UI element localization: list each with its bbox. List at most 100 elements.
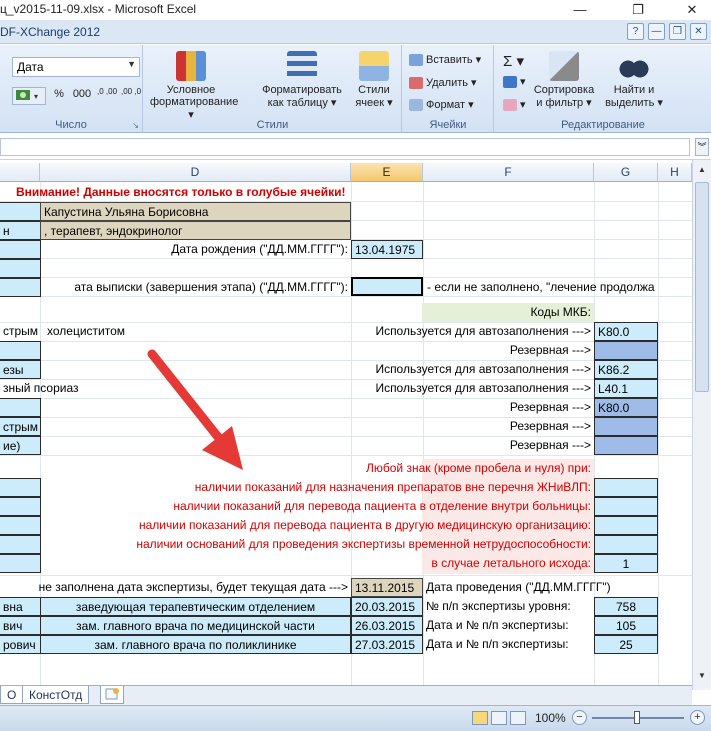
svg-text:▾: ▾ xyxy=(34,92,38,101)
cell-styles-button[interactable]: Стили ячеек ▾ xyxy=(348,51,400,117)
input-cell[interactable] xyxy=(0,259,41,278)
mkb-code[interactable]: K86.2 xyxy=(594,360,658,379)
decrease-decimal-button[interactable]: ,00 ,0 xyxy=(120,87,142,105)
sheet-tab[interactable]: О xyxy=(0,686,24,704)
page-break-view-icon[interactable] xyxy=(510,711,526,725)
doctor-role[interactable]: , терапевт, эндокринолог xyxy=(40,221,351,240)
input-cell[interactable]: езы xyxy=(0,360,41,379)
reserve-code[interactable]: K80.0 xyxy=(594,398,658,417)
expert-date[interactable]: 26.03.2015 xyxy=(351,616,423,635)
expert-left[interactable]: рович xyxy=(0,635,41,654)
tab-pdf-xchange[interactable]: DF-XChange 2012 xyxy=(0,25,100,39)
dialog-launcher-icon[interactable]: ↘ xyxy=(132,121,139,130)
scroll-down-icon[interactable]: ▼ xyxy=(695,668,709,684)
expert-num[interactable]: 105 xyxy=(594,616,658,635)
number-group: Дата ▼ ▾ % 000 ,0 ,00 ,00 ,0 Число ↘ xyxy=(0,45,143,133)
exam-date[interactable]: 13.11.2015 xyxy=(351,578,423,597)
input-cell[interactable] xyxy=(0,478,41,497)
sheet-grid[interactable]: Внимание! Данные вносятся только в голуб… xyxy=(0,182,692,685)
sort-filter-button[interactable]: Сортировка и фильтр ▾ xyxy=(529,51,599,117)
input-cell[interactable] xyxy=(0,516,41,535)
sheet-tabs-bar: О КонстОтд xyxy=(0,685,692,705)
input-cell[interactable] xyxy=(0,497,41,516)
help-icon[interactable]: ? xyxy=(627,23,644,40)
increase-decimal-label: ,0 ,00 xyxy=(97,87,118,96)
input-cell[interactable] xyxy=(0,398,41,417)
reserve-code[interactable] xyxy=(594,417,658,436)
percent-button[interactable]: % xyxy=(50,87,68,105)
mkb-code[interactable]: K80.0 xyxy=(594,322,658,341)
autosum-button[interactable]: Σ ▾ xyxy=(503,52,524,70)
zoom-out-button[interactable]: − xyxy=(572,710,587,725)
thousands-button[interactable]: 000 xyxy=(70,87,94,105)
column-header-e[interactable]: E xyxy=(351,163,423,182)
close-button[interactable]: ✕ xyxy=(672,0,711,20)
expert-num[interactable]: 758 xyxy=(594,597,658,616)
column-header-f[interactable]: F xyxy=(423,163,594,182)
sort-line1: Сортировка xyxy=(533,84,595,96)
clear-button[interactable]: ▾ xyxy=(503,98,526,112)
zoom-slider-thumb[interactable] xyxy=(634,711,640,724)
as-table-line2: как таблицу ▾ xyxy=(267,97,337,109)
as-table-line1: Форматировать xyxy=(262,84,342,96)
mkb-code[interactable]: L40.1 xyxy=(594,379,658,398)
patient-name[interactable]: Капустина Ульяна Борисовна xyxy=(40,202,351,221)
zoom-level[interactable]: 100% xyxy=(535,711,566,725)
scroll-thumb[interactable] xyxy=(695,182,709,392)
expert-left[interactable]: вич xyxy=(0,616,41,635)
vertical-scrollbar[interactable]: ▲ ▼ xyxy=(692,160,711,690)
column-header-d[interactable]: D xyxy=(40,163,351,182)
ribbon-minimize-icon[interactable]: — xyxy=(648,23,665,40)
minimize-button[interactable]: — xyxy=(560,0,600,20)
birthdate-value[interactable]: 13.04.1975 xyxy=(351,240,423,259)
formula-input[interactable] xyxy=(0,138,690,156)
column-header-g[interactable]: G xyxy=(594,163,658,182)
fill-button[interactable]: ▾ xyxy=(503,75,526,89)
reserve-code[interactable] xyxy=(594,436,658,455)
flag-input[interactable] xyxy=(594,516,658,535)
find-line1: Найти и xyxy=(613,84,655,96)
increase-decimal-button[interactable]: ,0 ,00 xyxy=(96,87,118,105)
delete-button[interactable]: Удалить ▾ xyxy=(409,76,477,90)
expert-date[interactable]: 27.03.2015 xyxy=(351,635,423,654)
find-select-button[interactable]: Найти и выделить ▾ xyxy=(599,51,669,117)
lethal-input[interactable]: 1 xyxy=(594,554,658,573)
column-header-c[interactable] xyxy=(0,163,40,182)
expert-role[interactable]: зам. главного врача по поликлинике xyxy=(40,635,351,654)
flag-input[interactable] xyxy=(594,535,658,554)
number-format-select[interactable]: Дата ▼ xyxy=(12,57,140,77)
discharge-date-input[interactable] xyxy=(351,277,423,296)
input-cell[interactable]: ие) xyxy=(0,436,41,455)
expert-role[interactable]: заведующая терапевтическим отделением xyxy=(40,597,351,616)
page-layout-view-icon[interactable] xyxy=(491,711,507,725)
input-cell[interactable] xyxy=(0,535,41,554)
sheet-tab-konstotd[interactable]: КонстОтд xyxy=(22,686,90,704)
input-cell[interactable] xyxy=(0,554,41,573)
format-as-table-button[interactable]: Форматировать как таблицу ▾ xyxy=(256,51,348,117)
input-cell[interactable]: стрым xyxy=(0,417,41,436)
flag-input[interactable] xyxy=(594,497,658,516)
input-cell[interactable] xyxy=(0,240,41,259)
input-cell[interactable] xyxy=(0,341,41,360)
expert-role[interactable]: зам. главного врача по медицинской части xyxy=(40,616,351,635)
reserve-code[interactable] xyxy=(594,341,658,360)
scroll-up-icon[interactable]: ▲ xyxy=(695,162,709,178)
restore-button[interactable]: ❐ xyxy=(618,0,658,20)
zoom-in-button[interactable]: + xyxy=(690,710,705,725)
new-sheet-icon[interactable] xyxy=(100,686,124,704)
ribbon-restore-icon[interactable]: ❐ xyxy=(669,23,686,40)
expert-date[interactable]: 20.03.2015 xyxy=(351,597,423,616)
flag-input[interactable] xyxy=(594,478,658,497)
input-cell[interactable]: н xyxy=(0,221,41,240)
input-cell[interactable] xyxy=(0,202,41,221)
expand-formula-button[interactable]: ︾ xyxy=(695,138,709,156)
column-header-h[interactable]: H xyxy=(658,163,692,182)
insert-button[interactable]: Вставить ▾ xyxy=(409,53,481,67)
ribbon-close-icon[interactable]: ✕ xyxy=(690,23,707,40)
normal-view-icon[interactable] xyxy=(472,711,488,725)
conditional-formatting-button[interactable]: Условное форматирование ▾ xyxy=(150,51,238,121)
currency-button[interactable]: ▾ xyxy=(12,87,46,105)
expert-num[interactable]: 25 xyxy=(594,635,658,654)
expert-left[interactable]: вна xyxy=(0,597,41,616)
format-button[interactable]: Формат ▾ xyxy=(409,98,474,112)
